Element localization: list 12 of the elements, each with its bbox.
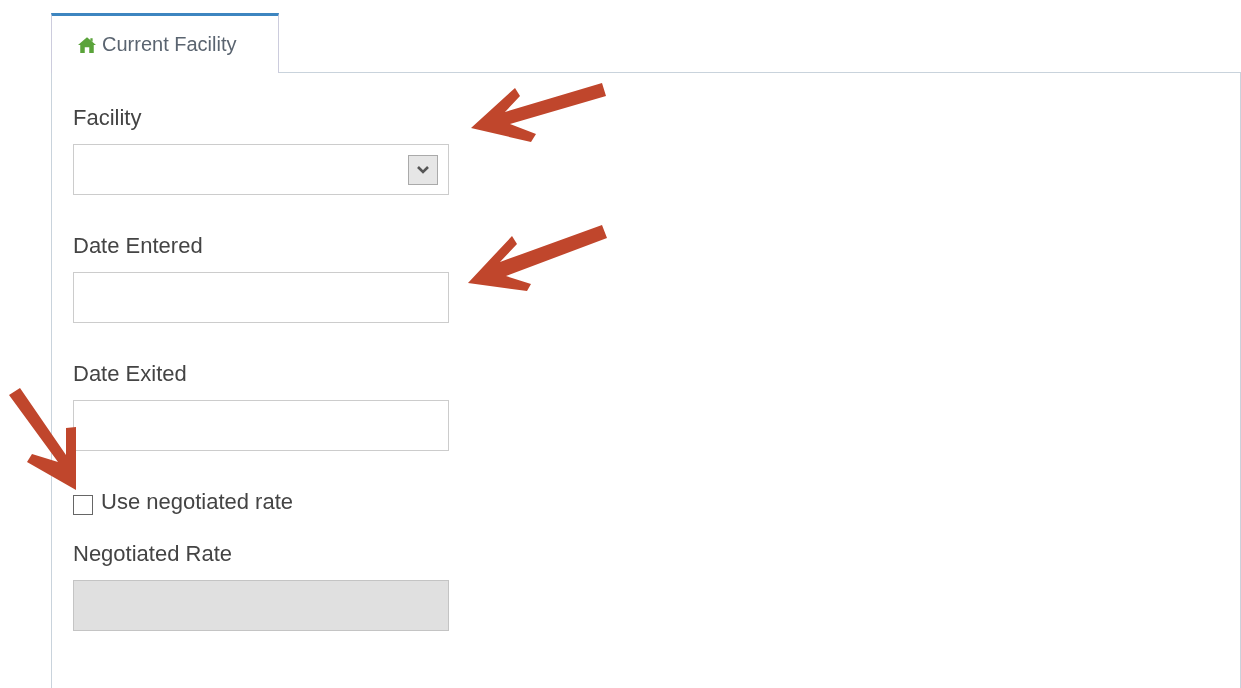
field-label: Date Entered [73,232,203,260]
checkbox-label: Use negotiated rate [101,488,294,516]
field-label: Facility [73,104,142,132]
caret-icon [408,155,438,185]
home-icon [78,36,96,53]
facility-dropdown[interactable] [73,144,449,195]
field-label: Date Exited [73,360,187,388]
field-label: Negotiated Rate [73,540,232,568]
input-field[interactable] [73,400,449,451]
checkbox[interactable] [73,495,93,515]
facility-tab[interactable]: Current Facility [51,13,279,73]
input-field[interactable] [73,272,449,323]
